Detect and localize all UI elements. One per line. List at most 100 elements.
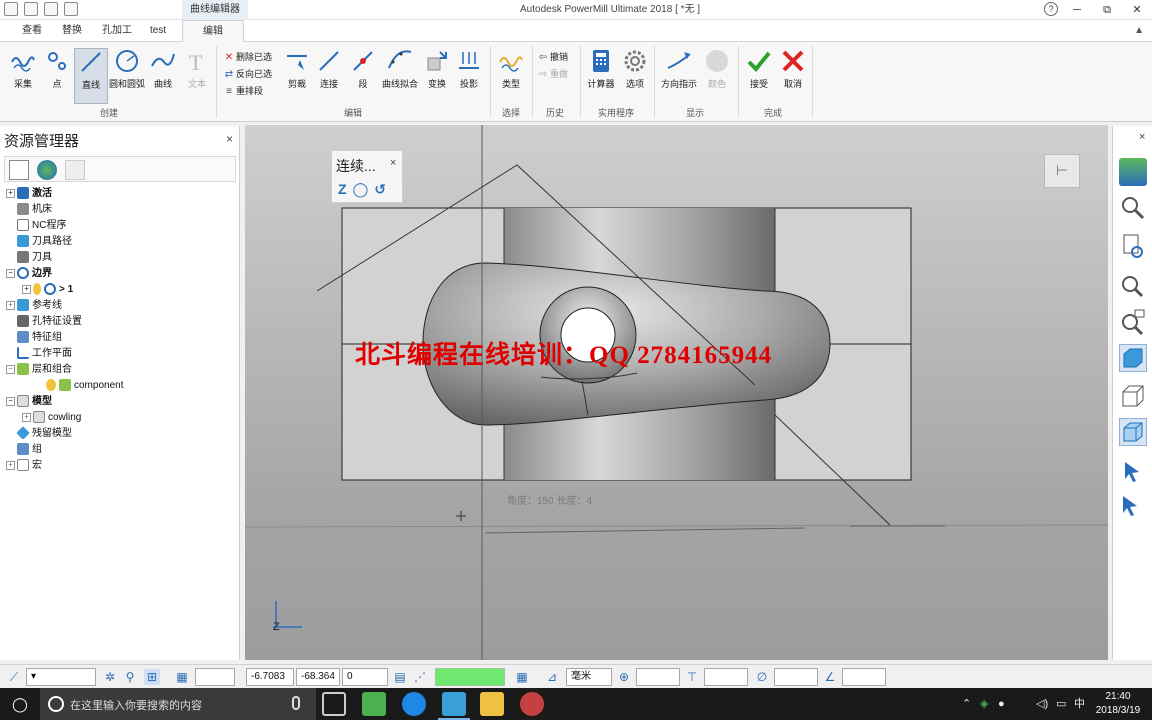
collapse-icon[interactable]: − <box>6 268 15 278</box>
direction-indicator-button[interactable]: 方向指示 <box>658 48 700 90</box>
grid-icon[interactable]: ▦ <box>174 669 190 685</box>
grid-snap-icon[interactable]: ⊞ <box>144 669 160 685</box>
popup-close-icon[interactable]: × <box>390 157 396 169</box>
open-icon[interactable] <box>24 2 38 16</box>
explorer-close-icon[interactable]: × <box>226 132 233 146</box>
globe-icon[interactable] <box>37 160 57 180</box>
snap-point-icon[interactable]: ⋰ <box>412 669 428 685</box>
tree-item-levels-sets[interactable]: − 层和组合 <box>6 362 72 378</box>
tolerance-field[interactable] <box>636 668 680 686</box>
tool-axis-field[interactable] <box>704 668 748 686</box>
diameter-icon[interactable]: ∅ <box>754 669 770 685</box>
arc-icon[interactable]: ↺ <box>374 181 386 198</box>
transparent-view-icon[interactable] <box>1119 418 1147 446</box>
app-menu-icon[interactable] <box>4 2 18 16</box>
tolerance-icon[interactable]: ⊕ <box>616 669 632 685</box>
segment-button[interactable]: 段 <box>346 48 380 90</box>
curve-button[interactable]: 曲线 <box>146 48 180 90</box>
tree-item-boundaries[interactable]: − 边界 <box>6 266 52 282</box>
save-icon[interactable] <box>44 2 58 16</box>
tree-item-toolpaths[interactable]: 刀具路径 <box>17 234 72 250</box>
minimize-button[interactable]: ─ <box>1062 0 1092 20</box>
accept-button[interactable]: 接受 <box>742 48 776 90</box>
tab-test[interactable]: test <box>142 20 174 42</box>
expand-icon[interactable]: + <box>6 300 15 310</box>
tree-item-groups[interactable]: 组 <box>17 442 42 458</box>
select-undo-icon[interactable] <box>1119 492 1147 520</box>
tray-up-icon[interactable]: ⌃ <box>962 688 971 720</box>
tab-edit[interactable]: 编辑 <box>182 20 244 42</box>
app-green-icon[interactable] <box>362 692 386 716</box>
start-button[interactable]: ◯ <box>0 688 40 720</box>
redo-button[interactable]: ⇨ 重做 <box>538 67 568 81</box>
ime-indicator[interactable]: 中 <box>1074 688 1085 720</box>
circle-arc-button[interactable]: 圆和圆弧 <box>108 48 146 90</box>
collect-button[interactable]: 采集 <box>6 48 40 90</box>
continuous-popup[interactable]: 连续... × Z ◯ ↺ <box>331 150 403 203</box>
tree-item-tools[interactable]: 刀具 <box>17 250 52 266</box>
expand-icon[interactable]: + <box>6 460 15 470</box>
select-arrow-icon[interactable] <box>1119 458 1147 486</box>
tab-replace[interactable]: 替换 <box>54 20 90 42</box>
database-icon[interactable] <box>65 160 85 180</box>
project-button[interactable]: 投影 <box>452 48 486 90</box>
refresh-view-icon[interactable] <box>1119 158 1147 186</box>
line-button[interactable]: 直线 <box>74 48 108 104</box>
reverse-selected-button[interactable]: ⇄ 反向已选 <box>224 67 272 81</box>
zoom-box-icon[interactable] <box>1119 308 1147 336</box>
close-button[interactable]: ✕ <box>1122 0 1152 20</box>
workplane-select[interactable]: ▾ <box>26 668 96 686</box>
type-button[interactable]: 类型 <box>494 48 528 90</box>
task-view-icon[interactable] <box>322 692 346 716</box>
delete-selected-button[interactable]: ✕ 删除已选 <box>224 50 272 64</box>
y-coordinate[interactable]: -68.364 <box>296 668 340 686</box>
tree-item-boundary-1[interactable]: + > 1 <box>22 282 73 298</box>
text-button[interactable]: T 文本 <box>180 48 214 90</box>
security-icon[interactable]: ◈ <box>980 688 988 720</box>
z-coordinate[interactable]: 0 <box>342 668 388 686</box>
workplane-status-icon[interactable]: ⟋ <box>6 669 22 685</box>
expand-icon[interactable]: + <box>22 412 31 422</box>
clock[interactable]: 21:40 2018/3/19 <box>1090 690 1146 718</box>
reorder-button[interactable]: ≡ 重排段 <box>224 84 263 98</box>
redraw-icon[interactable] <box>1119 232 1147 260</box>
tree-item-stock-models[interactable]: 残留模型 <box>16 426 72 442</box>
tree-view-icon[interactable] <box>9 160 29 180</box>
taskbar-search[interactable]: 在这里输入你要搜索的内容 <box>40 688 316 720</box>
tree-item-machine[interactable]: 机床 <box>17 202 52 218</box>
ribbon-collapse-icon[interactable]: ▲ <box>1134 25 1144 36</box>
zigzag-icon[interactable]: Z <box>338 181 347 198</box>
tree-item-models[interactable]: − 模型 <box>6 394 52 410</box>
tree-item-cowling[interactable]: + cowling <box>22 410 81 426</box>
collapse-icon[interactable]: − <box>6 396 15 406</box>
tree-item-active[interactable]: + 激活 <box>6 186 52 202</box>
network-icon[interactable]: ▭ <box>1056 688 1066 720</box>
units-icon[interactable]: ⊿ <box>544 669 560 685</box>
browser-icon[interactable] <box>402 692 426 716</box>
pin-icon[interactable]: ⊢ <box>1044 154 1080 188</box>
tree-item-macros[interactable]: + 宏 <box>6 458 42 474</box>
snap-icon[interactable]: ✲ <box>102 669 118 685</box>
tree-item-pattern[interactable]: + 参考线 <box>6 298 62 314</box>
tree-item-nc-program[interactable]: NC程序 <box>17 218 66 234</box>
tree-item-feature-groups[interactable]: 特征组 <box>17 330 62 346</box>
help-icon[interactable]: ? <box>1044 2 1058 16</box>
graphics-viewport[interactable]: 北斗编程在线培训：QQ 2784165944 角度：150 长度：4 Z 连续.… <box>245 125 1108 660</box>
tree-item-hole-feature-sets[interactable]: 孔特征设置 <box>17 314 82 330</box>
zoom-fit-icon[interactable] <box>1119 270 1147 298</box>
media-app-icon[interactable] <box>520 692 544 716</box>
coordinate-mode-icon[interactable]: ▤ <box>392 669 408 685</box>
tool-axis-icon[interactable]: ⊤ <box>684 669 700 685</box>
options-button[interactable]: 选项 <box>618 48 652 90</box>
x-coordinate[interactable]: -6.7083 <box>246 668 294 686</box>
undo-button[interactable]: ⇦ 撤销 <box>538 50 568 64</box>
expand-icon[interactable]: + <box>22 284 31 294</box>
workplane-icon[interactable] <box>64 2 78 16</box>
cancel-button[interactable]: 取消 <box>776 48 810 90</box>
powerpoint-icon[interactable] <box>480 692 504 716</box>
zoom-rotate-icon[interactable] <box>1119 194 1147 222</box>
calc-icon[interactable]: ▦ <box>514 669 530 685</box>
wireframe-view-icon[interactable] <box>1119 382 1147 410</box>
tree-item-workplanes[interactable]: 工作平面 <box>17 346 72 362</box>
collapse-icon[interactable]: − <box>6 364 15 374</box>
